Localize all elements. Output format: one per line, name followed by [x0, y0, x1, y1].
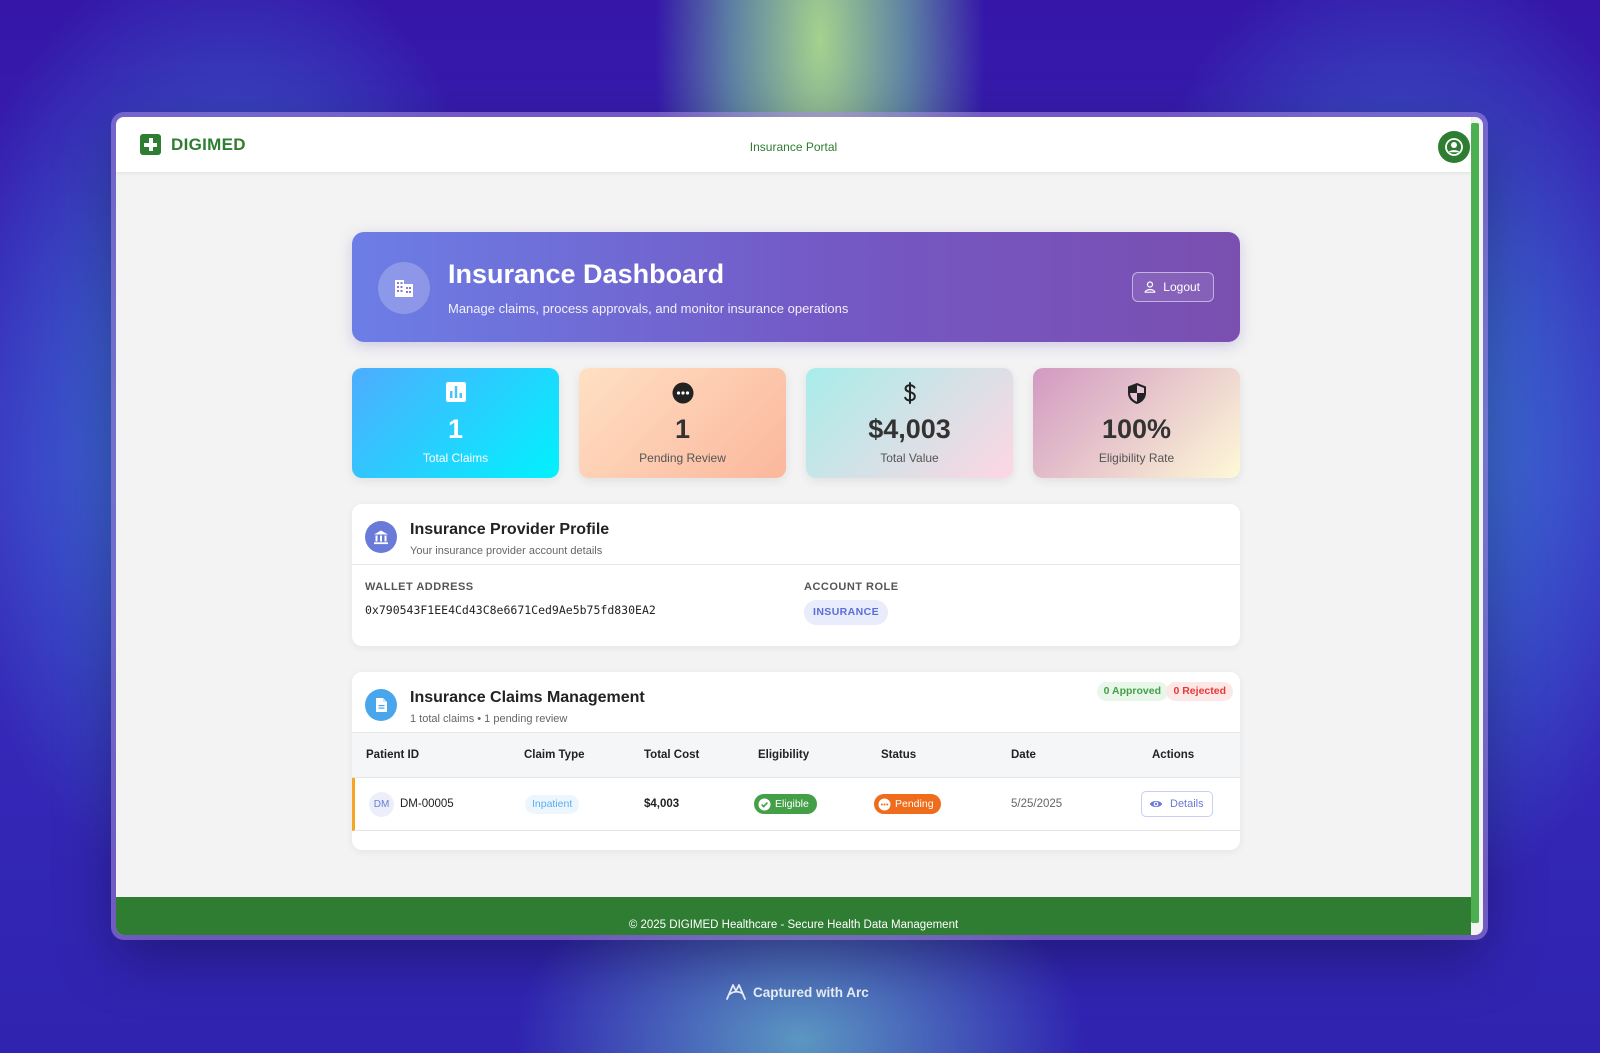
stat-value: 1	[447, 414, 464, 444]
status-text: Pending	[895, 798, 934, 810]
patient-avatar: DM	[369, 792, 394, 817]
details-button[interactable]: Details	[1141, 791, 1213, 817]
approved-count-badge: 0 Approved	[1096, 682, 1168, 701]
card-title: Insurance Provider Profile	[410, 521, 610, 538]
logout-button[interactable]: Logout	[1132, 272, 1214, 302]
main-content: Insurance Dashboard Manage claims, proce…	[352, 232, 1240, 850]
stat-card-eligibility-rate: 100% Eligibility Rate	[1033, 368, 1240, 478]
footer: © 2025 DIGIMED Healthcare - Secure Healt…	[116, 897, 1471, 935]
footer-text: © 2025 DIGIMED Healthcare - Secure Healt…	[628, 919, 959, 931]
card-header: Insurance Claims Management 1 total clai…	[352, 672, 1240, 733]
bank-icon	[365, 521, 397, 553]
more-horizontal-icon	[878, 798, 891, 810]
claim-type-badge: Inpatient	[525, 795, 580, 814]
page-title: Insurance Dashboard	[448, 259, 725, 289]
account-role-label: ACCOUNT ROLE	[804, 581, 899, 593]
column-header: Date	[1011, 749, 1036, 761]
user-avatar-button[interactable]	[1438, 131, 1470, 163]
wallet-address-label: WALLET ADDRESS	[365, 581, 474, 593]
page-subtitle: Manage claims, process approvals, and mo…	[448, 301, 849, 316]
rejected-count-badge: 0 Rejected	[1166, 682, 1233, 701]
account-circle-icon	[1445, 138, 1463, 156]
column-header: Eligibility	[758, 749, 810, 761]
eye-icon	[1149, 801, 1163, 807]
stat-value: 1	[674, 414, 691, 444]
person-icon	[1144, 281, 1156, 293]
column-header: Patient ID	[366, 749, 420, 761]
arc-logo-icon	[726, 984, 746, 1000]
stat-label: Total Value	[880, 451, 939, 465]
stat-label: Total Claims	[422, 451, 489, 465]
wallet-address-value: 0x790543F1EE4Cd43C8e6671Ced9Ae5b75fd830E…	[365, 603, 656, 617]
table-row[interactable]: DM DM-00005 Inpatient $4,003 Eligible Pe…	[352, 778, 1240, 831]
arc-capture-label: Captured with Arc	[725, 983, 869, 1001]
shield-icon	[1033, 382, 1240, 404]
scrollbar[interactable]	[1471, 123, 1479, 923]
logout-label: Logout	[1163, 280, 1200, 294]
table-header: Patient ID Claim Type Total Cost Eligibi…	[352, 733, 1240, 778]
stat-card-total-value: $4,003 Total Value	[806, 368, 1013, 478]
bar-chart-icon	[352, 382, 559, 404]
top-navbar: DIGIMED Insurance Portal	[116, 117, 1471, 172]
arc-capture-text: Captured with Arc	[753, 984, 869, 1000]
column-header: Total Cost	[644, 749, 700, 761]
card-header: Insurance Provider Profile Your insuranc…	[352, 504, 1240, 565]
status-badge: Pending	[874, 794, 941, 814]
stat-label: Eligibility Rate	[1098, 451, 1175, 465]
total-cost: $4,003	[644, 798, 680, 810]
more-horizontal-icon	[579, 382, 786, 404]
account-role-badge: INSURANCE	[804, 600, 889, 625]
stat-value: $4,003	[868, 414, 951, 444]
stat-label: Pending Review	[639, 451, 726, 465]
stat-value: 100%	[1101, 414, 1172, 444]
dollar-icon	[806, 382, 1013, 404]
eligibility-badge: Eligible	[754, 794, 817, 814]
column-header: Claim Type	[524, 749, 585, 761]
column-header: Actions	[1152, 749, 1195, 761]
browser-window: DIGIMED Insurance Portal Insurance Dashb…	[116, 117, 1483, 935]
stat-card-pending-review: 1 Pending Review	[579, 368, 786, 478]
card-subtitle: Your insurance provider account details	[410, 545, 603, 557]
card-subtitle: 1 total claims • 1 pending review	[410, 713, 568, 725]
dashboard-header: Insurance Dashboard Manage claims, proce…	[352, 232, 1240, 342]
check-circle-icon	[758, 798, 771, 810]
eligibility-text: Eligible	[775, 798, 809, 810]
claims-management-card: Insurance Claims Management 1 total clai…	[352, 672, 1240, 850]
details-label: Details	[1170, 798, 1204, 810]
building-icon	[378, 262, 430, 314]
portal-label: Insurance Portal	[749, 140, 838, 154]
column-header: Status	[881, 749, 917, 761]
document-icon	[365, 689, 397, 721]
provider-profile-card: Insurance Provider Profile Your insuranc…	[352, 504, 1240, 646]
claim-date: 5/25/2025	[1011, 798, 1063, 810]
card-title: Insurance Claims Management	[410, 689, 645, 706]
stat-card-total-claims: 1 Total Claims	[352, 368, 559, 478]
stats-row: 1 Total Claims 1 Pending Review $4,003 T…	[352, 368, 1240, 478]
patient-id: DM-00005	[400, 798, 454, 810]
